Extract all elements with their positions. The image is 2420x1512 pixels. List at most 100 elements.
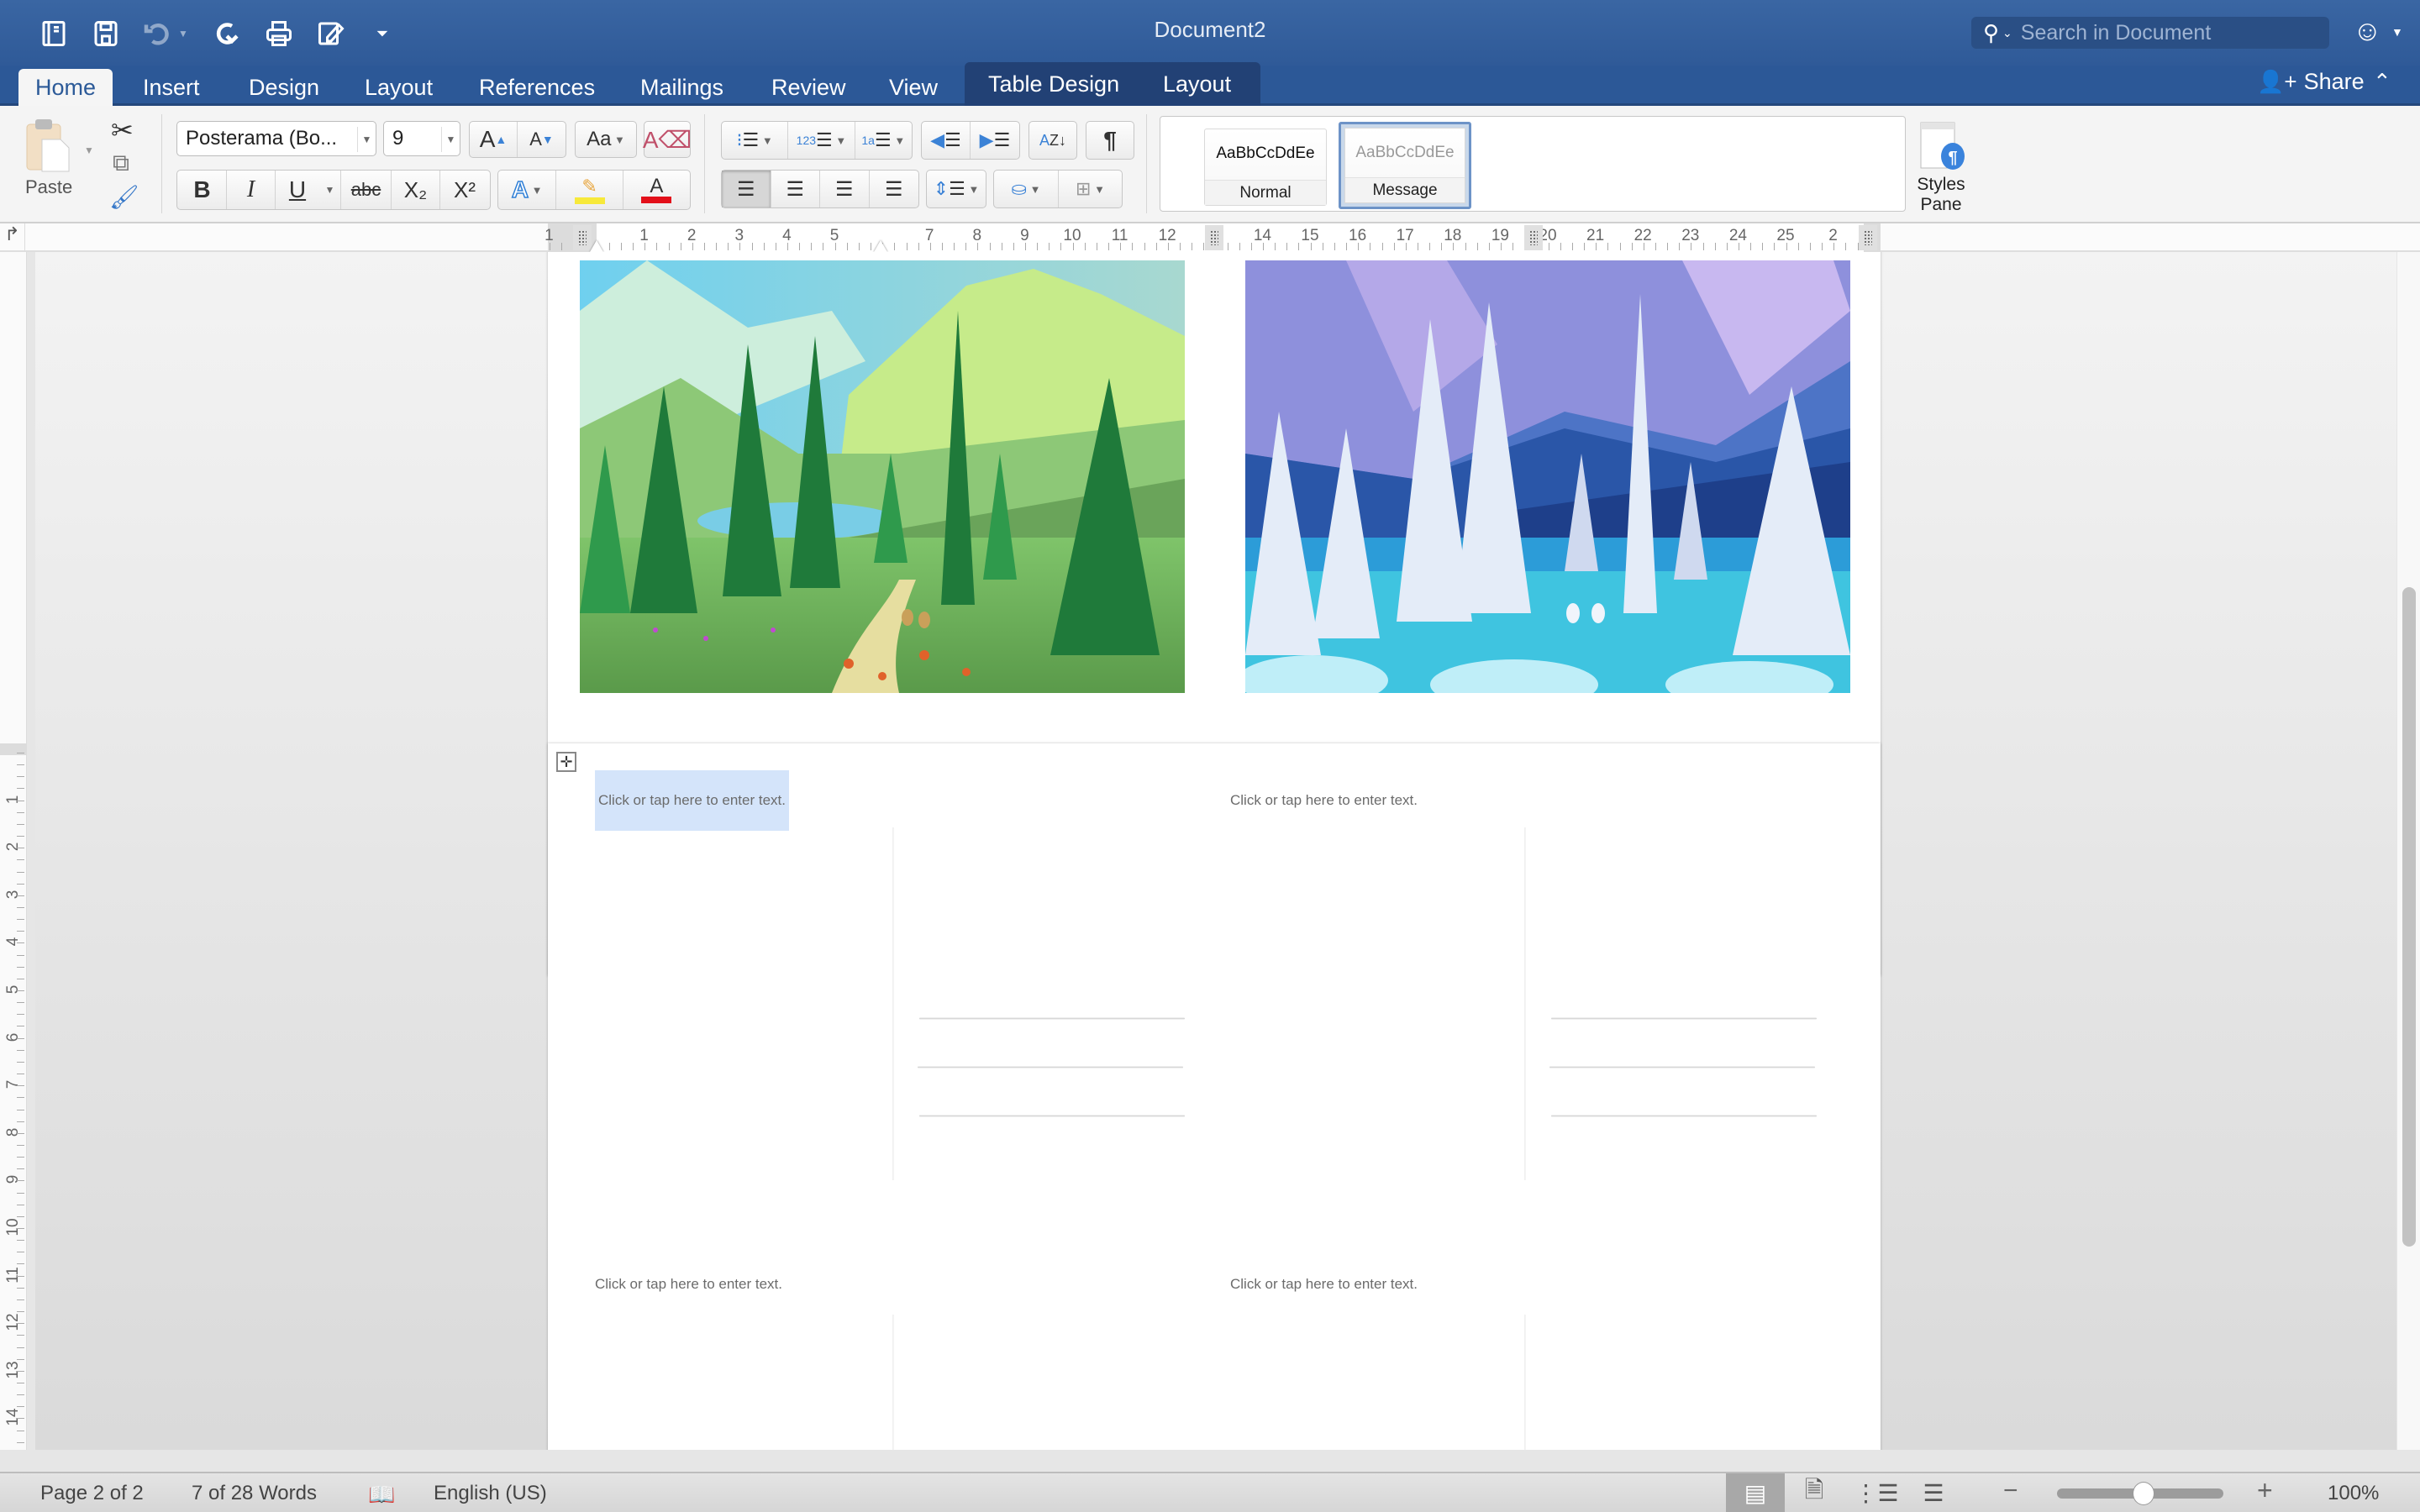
ruler-number: 7 — [4, 1079, 22, 1089]
clear-formatting-button[interactable]: A⌫ — [643, 121, 692, 158]
share-button[interactable]: 👤+ Share — [2257, 69, 2365, 95]
first-line-indent-marker[interactable] — [590, 223, 603, 252]
search-input[interactable]: ⚲ ⌄ Search in Document — [1971, 17, 2329, 49]
content-control-placeholder[interactable]: Click or tap here to enter text. — [1230, 792, 1418, 809]
underline-button[interactable]: U — [276, 171, 319, 209]
tab-home[interactable]: Home — [18, 69, 113, 106]
right-indent-marker[interactable] — [874, 223, 887, 252]
ruler-tick — [1358, 243, 1360, 250]
outline-view-button[interactable]: ⋮☰ — [1847, 1473, 1906, 1512]
tab-stop-selector-icon[interactable]: ↱ — [0, 223, 25, 252]
strikethrough-button[interactable]: abc — [341, 171, 392, 209]
style-normal[interactable]: AaBbCcDdEe Normal — [1204, 129, 1327, 206]
svg-text:¶: ¶ — [1948, 149, 1957, 167]
align-left-button[interactable]: ☰ — [722, 171, 771, 207]
column-marker[interactable] — [1524, 225, 1543, 250]
change-case-button[interactable]: Aa ▼ — [575, 121, 637, 158]
italic-button[interactable]: I — [227, 171, 276, 209]
scrollbar-thumb[interactable] — [2402, 587, 2416, 1247]
superscript-button[interactable]: X² — [440, 171, 489, 209]
justify-button[interactable]: ☰ — [870, 171, 919, 207]
content-control-placeholder[interactable]: Click or tap here to enter text. — [595, 1276, 782, 1293]
zoom-in-button[interactable]: + — [2257, 1475, 2273, 1506]
ruler-tick — [1655, 243, 1656, 250]
font-size-select[interactable]: 9 ▼ — [383, 121, 460, 156]
tab-design[interactable]: Design — [232, 69, 336, 106]
text-effects-button[interactable]: A ▼ — [498, 171, 557, 209]
address-line — [919, 1017, 1185, 1020]
feedback-dropdown-icon[interactable]: ▼ — [2391, 25, 2403, 39]
zoom-slider-thumb[interactable] — [2132, 1482, 2154, 1505]
column-marker[interactable] — [1205, 225, 1223, 250]
search-placeholder: Search in Document — [2020, 20, 2212, 45]
multilevel-list-button[interactable]: 1a ☰ ▼ — [855, 122, 912, 159]
sort-button[interactable]: AZ↓ — [1028, 121, 1077, 160]
tab-review[interactable]: Review — [755, 69, 863, 106]
vertical-ruler[interactable]: 1 2 3 4 5 6 7 8 9 10 11 12 13 14 — [0, 252, 27, 1450]
ruler-tick — [17, 1061, 24, 1063]
shading-button[interactable]: ⛀ ▼ — [994, 171, 1059, 207]
zoom-slider[interactable] — [2057, 1482, 2223, 1505]
style-message[interactable]: AaBbCcDdEe Message — [1339, 122, 1471, 209]
zoom-out-button[interactable]: − — [2003, 1477, 2018, 1505]
underline-dropdown-icon[interactable]: ▼ — [319, 171, 341, 209]
ruler-tick — [17, 990, 24, 991]
horizontal-ruler[interactable]: 1 1 2 3 4 5 7 8 9 10 11 12 14 15 16 17 18 19 20 21 22 23 24 25 2 — [544, 223, 1881, 252]
highlight-button[interactable]: ✎ — [556, 171, 623, 209]
tab-table-design[interactable]: Table Design — [971, 66, 1136, 102]
increase-indent-button[interactable]: ▶ ☰ — [971, 122, 1019, 159]
decrease-indent-button[interactable]: ◀ ☰ — [922, 122, 971, 159]
table-move-handle[interactable]: ✛ — [556, 752, 576, 772]
ruler-tick — [17, 1014, 24, 1016]
tab-mailings[interactable]: Mailings — [623, 69, 740, 106]
summer-forest-illustration[interactable] — [580, 260, 1185, 693]
tab-table-layout[interactable]: Layout — [1146, 66, 1248, 102]
line-spacing-button[interactable]: ⇕ ☰ ▼ — [926, 170, 986, 208]
ruler-tick — [1596, 243, 1597, 250]
tab-insert[interactable]: Insert — [126, 69, 217, 106]
column-marker[interactable] — [1859, 225, 1877, 250]
word-count[interactable]: 7 of 28 Words — [192, 1482, 317, 1505]
collapse-ribbon-icon[interactable]: ⌃ — [2373, 69, 2391, 95]
borders-button[interactable]: ⊞ ▼ — [1059, 171, 1122, 207]
borders-icon: ⊞ — [1076, 178, 1092, 199]
language[interactable]: English (US) — [434, 1482, 547, 1505]
vertical-scrollbar[interactable] — [2396, 252, 2420, 1450]
format-painter-icon[interactable]: 🖌 — [109, 183, 139, 211]
page-count[interactable]: Page 2 of 2 — [40, 1482, 144, 1505]
paste-button[interactable]: ▼ — [17, 114, 94, 215]
bullets-button[interactable]: ⁝ ☰ ▼ — [722, 122, 789, 159]
font-name-select[interactable]: Posterama (Bo... ▼ — [176, 121, 376, 156]
tab-references[interactable]: References — [462, 69, 612, 106]
tab-view[interactable]: View — [872, 69, 955, 106]
ruler-tick — [17, 1049, 24, 1051]
cut-icon[interactable]: ✂ — [111, 114, 134, 146]
shrink-font-button[interactable]: A ▼ — [518, 122, 566, 157]
numbering-button[interactable]: 123 ☰ ▼ — [788, 122, 855, 159]
horizontal-ruler-row: ↱ 1 1 2 3 4 5 7 8 9 10 11 12 14 15 16 17 18 19 20 21 22 23 24 2… — [0, 223, 2420, 252]
bold-button[interactable]: B — [178, 171, 227, 209]
align-center-button[interactable]: ☰ — [771, 171, 820, 207]
styles-pane-button[interactable]: ¶ Styles Pane — [1909, 119, 1973, 220]
show-formatting-marks-button[interactable]: ¶ — [1086, 121, 1134, 160]
postcard-divider — [892, 827, 894, 1180]
web-layout-view-button[interactable]: 🗎 — [1785, 1473, 1844, 1512]
subscript-button[interactable]: X₂ — [392, 171, 440, 209]
content-control-placeholder[interactable]: Click or tap here to enter text. — [595, 770, 789, 831]
winter-forest-illustration[interactable] — [1245, 260, 1850, 693]
tab-layout[interactable]: Layout — [348, 69, 450, 106]
draft-view-button[interactable]: ☰ — [1904, 1473, 1963, 1512]
proofing-icon[interactable]: 📖 — [368, 1482, 395, 1508]
content-control-placeholder[interactable]: Click or tap here to enter text. — [1230, 1276, 1418, 1293]
search-icon: ⚲ — [1983, 19, 2000, 45]
feedback-smiley-icon[interactable]: ☺ — [2353, 15, 2382, 48]
grow-font-button[interactable]: A ▲ — [470, 122, 518, 157]
ruler-tick — [17, 1311, 24, 1313]
copy-icon[interactable]: ⧉ — [113, 150, 129, 177]
align-right-button[interactable]: ☰ — [820, 171, 870, 207]
paste-dropdown-icon[interactable]: ▼ — [84, 144, 94, 156]
print-layout-view-button[interactable]: ▤ — [1726, 1473, 1785, 1512]
font-color-button[interactable]: A — [623, 171, 690, 209]
zoom-percent[interactable]: 100% — [2328, 1482, 2379, 1505]
column-marker[interactable] — [573, 225, 592, 250]
